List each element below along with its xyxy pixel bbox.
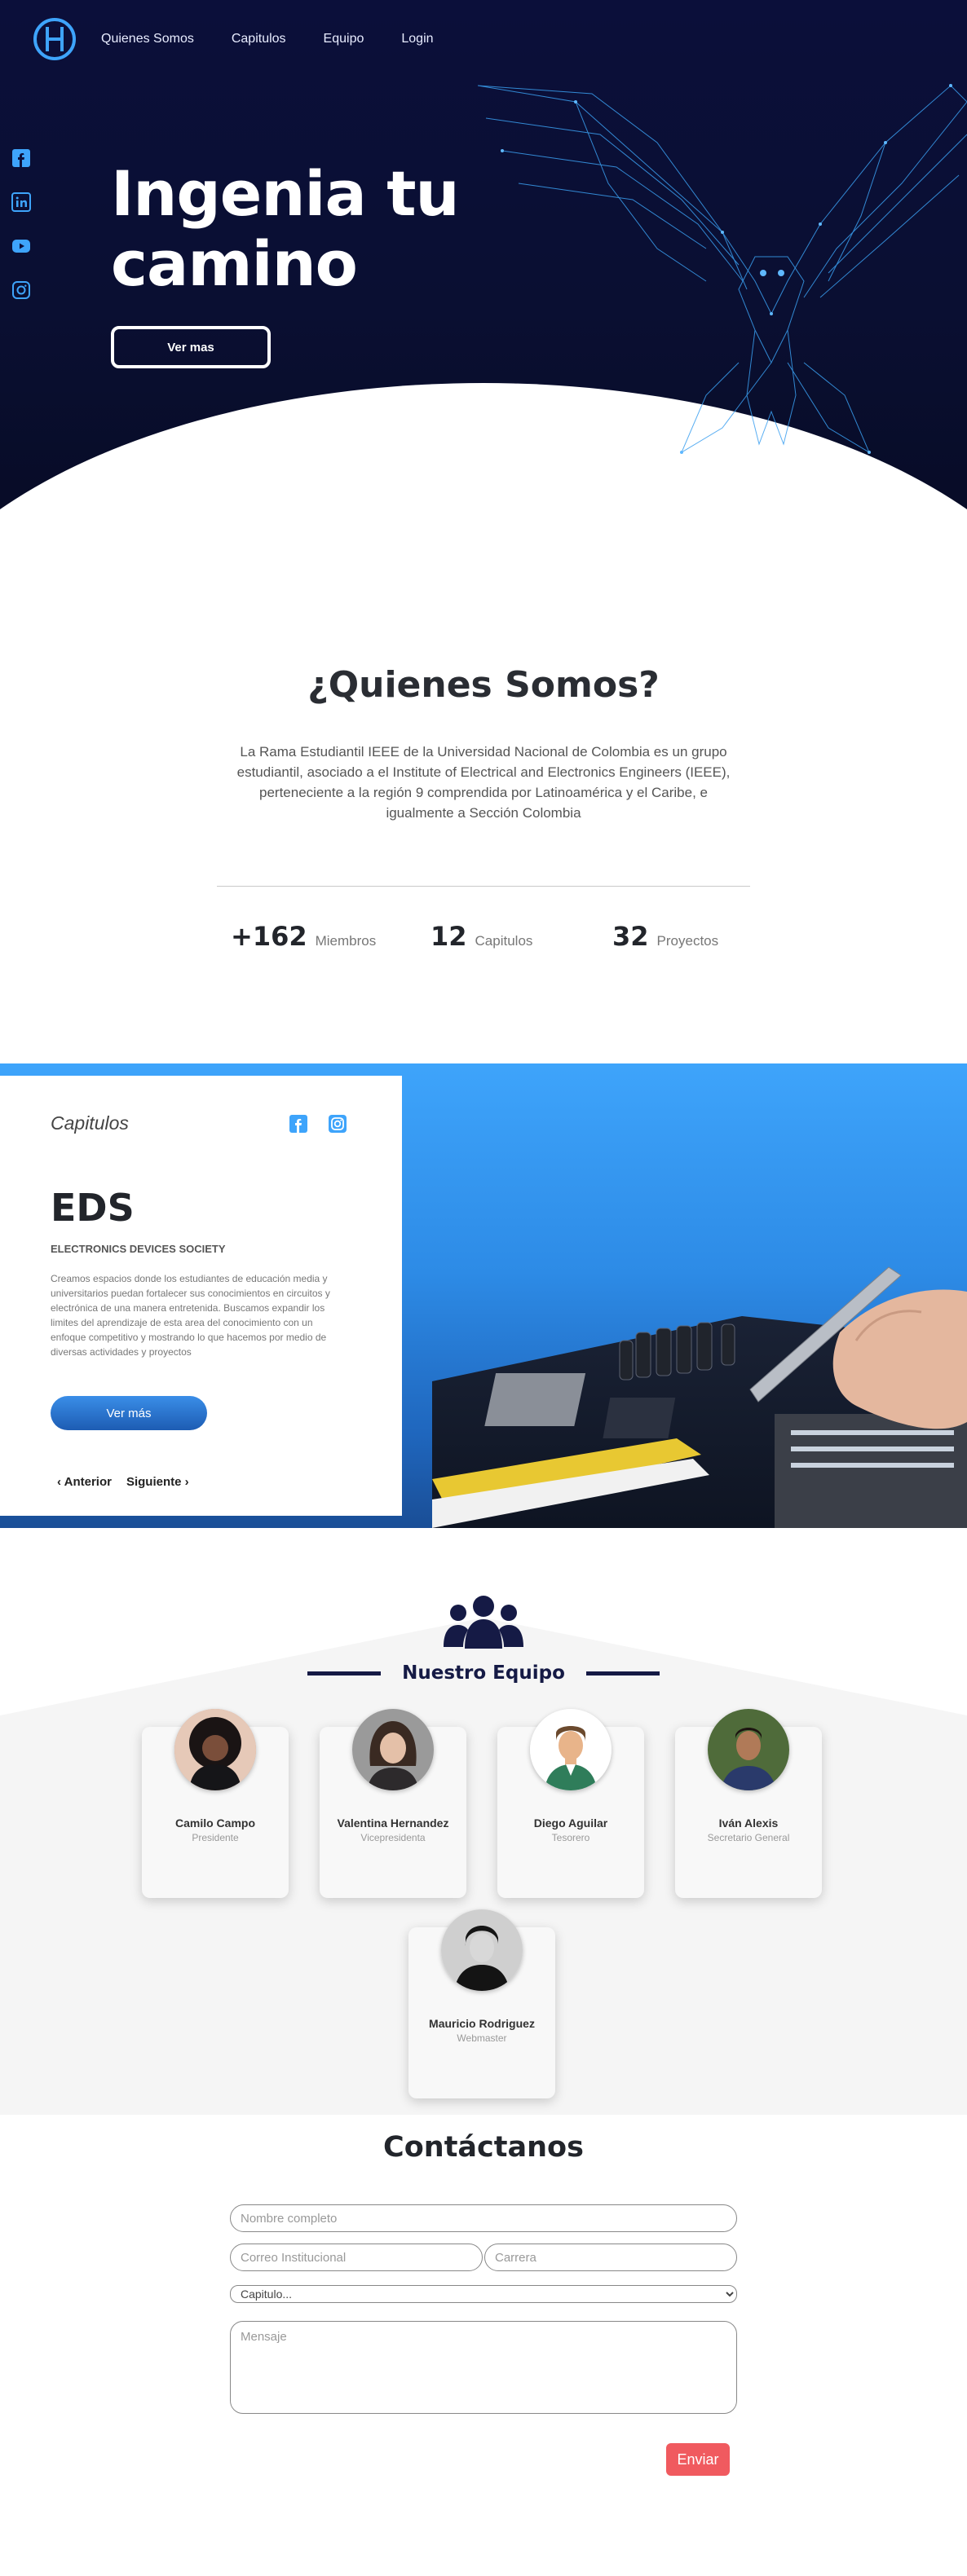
member-photo-icon xyxy=(441,1909,523,1991)
member-name: Mauricio Rodriguez xyxy=(429,2017,535,2030)
stat-members-label: Miembros xyxy=(315,933,377,949)
facebook-icon[interactable] xyxy=(11,148,31,168)
linkedin-icon[interactable] xyxy=(11,192,31,212)
team-group-icon xyxy=(444,1596,523,1649)
contact-title: Contáctanos xyxy=(383,2131,584,2164)
owl-illustration xyxy=(478,84,967,454)
team-member-card[interactable]: Diego Aguilar Tesorero xyxy=(497,1709,644,1898)
stat-members: +162 Miembros xyxy=(231,921,376,952)
stat-members-value: +162 xyxy=(231,921,307,952)
member-role: Vicepresidenta xyxy=(360,1832,426,1843)
ieee-logo-icon[interactable] xyxy=(33,17,77,61)
member-name: Iván Alexis xyxy=(718,1816,779,1830)
stat-chapters-value: 12 xyxy=(431,921,467,952)
youtube-icon[interactable] xyxy=(11,236,31,256)
member-role: Secretario General xyxy=(707,1832,790,1843)
team-member-card[interactable]: Mauricio Rodriguez Webmaster xyxy=(408,1909,555,2098)
about-divider xyxy=(217,886,750,887)
about-title: ¿Quienes Somos? xyxy=(307,664,660,706)
chapter-description: Creamos espacios donde los estudiantes d… xyxy=(51,1273,330,1358)
avatar xyxy=(530,1709,612,1790)
chapter-card: Capitulos EDS ELECTRONICS DEVICES SOCIET… xyxy=(0,1076,402,1516)
stat-projects-value: 32 xyxy=(612,921,649,952)
facebook-icon[interactable] xyxy=(289,1114,308,1134)
team-member-card[interactable]: Camilo Campo Presidente xyxy=(142,1709,289,1898)
chapters-section: Capitulos EDS ELECTRONICS DEVICES SOCIET… xyxy=(0,1063,967,1528)
chapter-pagination: ‹ Anterior Siguiente › xyxy=(57,1475,189,1489)
about-section: ¿Quienes Somos? La Rama Estudiantil IEEE… xyxy=(0,562,967,1063)
member-name: Camilo Campo xyxy=(174,1816,255,1830)
stat-chapters: 12 Capitulos xyxy=(431,921,532,952)
avatar xyxy=(174,1709,256,1790)
team-section: Nuestro Equipo Camilo Campo Presidente V… xyxy=(0,1528,967,2115)
chapter-card-heading: Capitulos xyxy=(51,1112,129,1134)
team-title-wrap: Nuestro Equipo xyxy=(0,1662,967,1684)
submit-button[interactable]: Enviar xyxy=(666,2443,730,2476)
member-photo-icon xyxy=(708,1709,789,1790)
email-input[interactable] xyxy=(230,2244,483,2271)
about-description: La Rama Estudiantil IEEE de la Universid… xyxy=(236,744,731,821)
nav-link-login[interactable]: Login xyxy=(401,32,433,46)
hero-title: Ingenia tu camino xyxy=(111,157,460,300)
hero-title-line2: camino xyxy=(111,227,358,300)
stat-chapters-label: Capitulos xyxy=(475,933,533,949)
member-role: Webmaster xyxy=(457,2032,507,2044)
top-navbar: Quienes Somos Capitulos Equipo Login xyxy=(0,0,967,77)
hero-section: Quienes Somos Capitulos Equipo Login Ing… xyxy=(0,0,967,562)
stat-projects: 32 Proyectos xyxy=(612,921,718,952)
full-name-input[interactable] xyxy=(230,2204,737,2232)
chapter-subtitle: ELECTRONICS DEVICES SOCIETY xyxy=(51,1243,226,1255)
nav-link-equipo[interactable]: Equipo xyxy=(324,32,364,46)
circuit-board-image xyxy=(432,1266,967,1528)
member-role: Tesorero xyxy=(551,1832,590,1843)
hero-ver-mas-button[interactable]: Ver mas xyxy=(111,326,271,368)
chapter-select[interactable]: Capitulo... xyxy=(230,2285,737,2303)
instagram-icon[interactable] xyxy=(328,1114,347,1134)
team-title-line-right xyxy=(585,1671,660,1676)
avatar xyxy=(441,1909,523,1991)
team-title-line-left xyxy=(307,1671,382,1676)
member-photo-icon xyxy=(530,1709,612,1790)
stat-projects-label: Proyectos xyxy=(656,933,719,949)
member-name: Valentina Hernandez xyxy=(337,1816,449,1830)
team-member-card[interactable]: Valentina Hernandez Vicepresidenta xyxy=(320,1709,466,1898)
message-textarea[interactable] xyxy=(230,2321,737,2414)
avatar xyxy=(708,1709,789,1790)
instagram-icon[interactable] xyxy=(11,280,31,300)
chapter-ver-mas-button[interactable]: Ver más xyxy=(51,1396,207,1430)
nav-link-capitulos[interactable]: Capitulos xyxy=(232,32,286,46)
team-title: Nuestro Equipo xyxy=(402,1662,565,1684)
hero-title-line1: Ingenia tu xyxy=(111,157,460,230)
hero-social-bar xyxy=(11,148,31,300)
member-photo-icon xyxy=(174,1709,256,1790)
contact-section: Contáctanos Capitulo... Enviar xyxy=(0,2115,967,2576)
nav-link-quienes-somos[interactable]: Quienes Somos xyxy=(101,32,194,46)
member-role: Presidente xyxy=(192,1832,239,1843)
chapter-next-button[interactable]: Siguiente › xyxy=(126,1475,189,1489)
member-name: Diego Aguilar xyxy=(533,1816,608,1830)
chapter-prev-button[interactable]: ‹ Anterior xyxy=(57,1475,112,1489)
team-member-card[interactable]: Iván Alexis Secretario General xyxy=(675,1709,822,1898)
career-input[interactable] xyxy=(484,2244,737,2271)
chapter-social-links xyxy=(289,1114,347,1134)
avatar xyxy=(352,1709,434,1790)
chapter-name: EDS xyxy=(51,1186,135,1230)
member-photo-icon xyxy=(352,1709,434,1790)
